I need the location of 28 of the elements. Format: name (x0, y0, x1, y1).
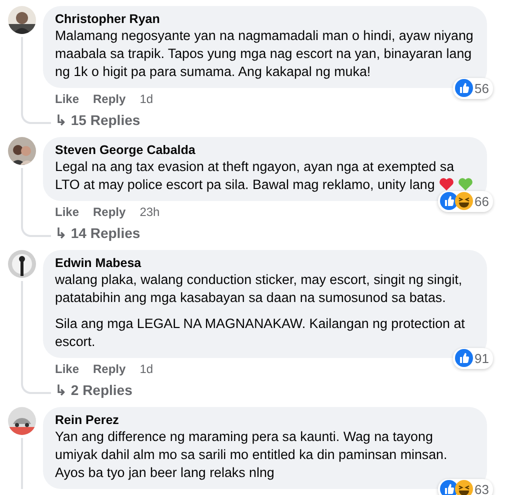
author-name[interactable]: Rein Perez (55, 413, 475, 428)
timestamp[interactable]: 1d (140, 91, 154, 107)
reply-link[interactable]: Reply (93, 361, 126, 377)
timestamp[interactable]: 23h (140, 204, 160, 220)
like-icon (454, 79, 473, 98)
author-name[interactable]: Steven George Cabalda (55, 143, 475, 158)
like-link[interactable]: Like (55, 91, 80, 107)
author-name[interactable]: Christopher Ryan (55, 12, 475, 27)
author-name[interactable]: Edwin Mabesa (55, 256, 475, 271)
laughing-face-icon (454, 480, 473, 495)
comment-text: Legal na ang tax evasion at theft ngayon, ayan nga at exempted sa LTO at may police escort pa sila. Bawal mag reklamo, unity lang (55, 159, 454, 192)
comment-text: walang plaka, walang conduction sticker, may escort, singit ng singit, patatabihin ang mga kasabayan sa daan na sumosunod sa batas. (55, 271, 464, 307)
like-icon (440, 192, 458, 210)
like-link[interactable]: Like (55, 204, 80, 220)
like-icon (454, 349, 473, 368)
reaction-summary[interactable]: 66 (438, 190, 493, 212)
reaction-summary[interactable]: 63 (438, 478, 493, 495)
like-link[interactable]: Like (55, 361, 80, 377)
view-replies-link[interactable]: ↳ 14 Replies (43, 220, 140, 243)
timestamp[interactable]: 1d (140, 361, 154, 377)
laughing-face-icon (454, 192, 473, 210)
view-replies-link[interactable]: ↳ 2 Replies (43, 377, 132, 400)
view-replies-link[interactable]: ↳ 15 Replies (43, 107, 140, 130)
reply-link[interactable]: Reply (93, 204, 126, 220)
like-icon (440, 480, 458, 495)
reaction-summary[interactable]: 91 (452, 348, 493, 369)
reaction-summary[interactable]: 56 (452, 78, 493, 99)
reply-link[interactable]: Reply (93, 91, 126, 107)
